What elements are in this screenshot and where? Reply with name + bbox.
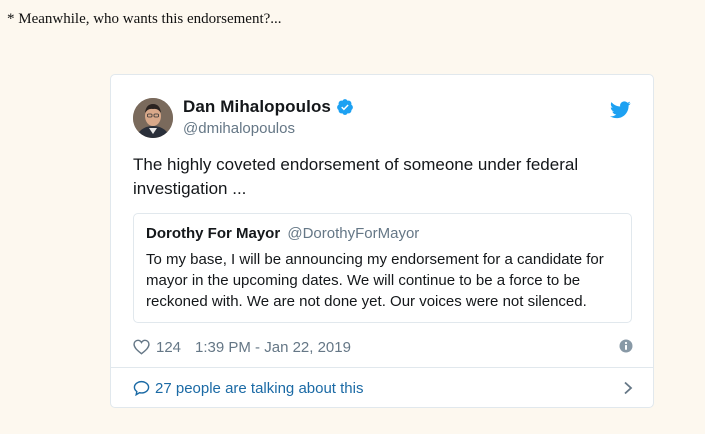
quoted-author-display-name: Dorothy For Mayor bbox=[146, 225, 281, 242]
chevron-right-icon bbox=[624, 381, 633, 395]
conversation-link[interactable]: 27 people are talking about this bbox=[133, 377, 633, 399]
twitter-bird-icon[interactable] bbox=[610, 101, 631, 119]
author-avatar[interactable] bbox=[133, 98, 173, 138]
tweet-text: The highly coveted endorsement of someon… bbox=[133, 155, 579, 198]
like-count[interactable]: 124 bbox=[156, 339, 181, 356]
quoted-tweet-card[interactable]: Dorothy For Mayor @DorothyForMayor To my… bbox=[133, 213, 632, 323]
info-icon[interactable] bbox=[619, 339, 633, 353]
divider bbox=[111, 367, 653, 368]
intro-text: * Meanwhile, who wants this endorsement?… bbox=[7, 11, 282, 27]
heart-icon[interactable] bbox=[133, 339, 150, 355]
embedded-tweet-card[interactable]: Dan Mihalopoulos @dmihalopoulos The high… bbox=[110, 74, 654, 408]
quoted-tweet-text: To my base, I will be announcing my endo… bbox=[146, 251, 604, 310]
tweet-timestamp[interactable]: 1:39 PM - Jan 22, 2019 bbox=[195, 339, 351, 356]
conversation-label: 27 people are talking about this bbox=[155, 379, 364, 397]
quoted-author-handle: @DorothyForMayor bbox=[287, 225, 420, 242]
speech-bubble-icon bbox=[133, 380, 150, 396]
verified-badge-icon bbox=[337, 99, 353, 115]
author-handle[interactable]: @dmihalopoulos bbox=[183, 120, 295, 137]
tweet-meta-row: 124 1:39 PM - Jan 22, 2019 bbox=[133, 337, 633, 357]
author-display-name[interactable]: Dan Mihalopoulos bbox=[183, 97, 331, 117]
